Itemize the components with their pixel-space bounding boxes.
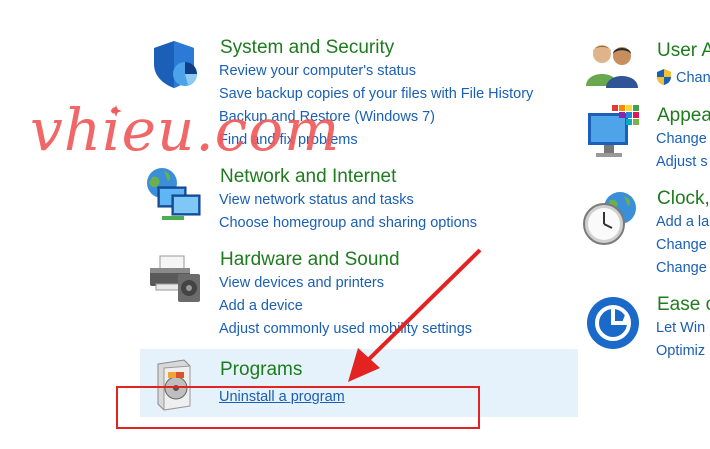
system-security-title[interactable]: System and Security	[220, 37, 394, 59]
change-account-type-link[interactable]: Chan	[676, 70, 710, 86]
printer-icon[interactable]	[146, 250, 204, 306]
clock-add-link[interactable]: Add a la	[656, 214, 709, 230]
ease-of-access-icon[interactable]	[585, 295, 641, 351]
add-device-link[interactable]: Add a device	[219, 298, 303, 314]
network-internet-title[interactable]: Network and Internet	[220, 166, 396, 188]
clock-globe-icon[interactable]	[582, 190, 640, 248]
user-accounts-title[interactable]: User A	[657, 40, 710, 62]
clock-region-title[interactable]: Clock,	[657, 188, 710, 210]
user-accounts-icon[interactable]	[584, 40, 640, 90]
watermark-text: vhieu.com	[30, 96, 341, 164]
highlight-box	[116, 386, 480, 429]
shield-icon[interactable]	[148, 38, 200, 90]
appearance-change-link[interactable]: Change	[656, 131, 707, 147]
ease-optimize-link[interactable]: Optimiz	[656, 343, 705, 359]
appearance-title[interactable]: Appea	[657, 105, 710, 127]
programs-title[interactable]: Programs	[220, 359, 302, 381]
network-icon[interactable]	[144, 165, 204, 223]
appearance-icon[interactable]	[586, 103, 642, 161]
uac-shield-icon	[655, 68, 673, 86]
clock-change-link-2[interactable]: Change	[656, 260, 707, 276]
appearance-adjust-link[interactable]: Adjust s	[656, 154, 708, 170]
clock-change-link-1[interactable]: Change	[656, 237, 707, 253]
homegroup-link[interactable]: Choose homegroup and sharing options	[219, 215, 477, 231]
red-arrow-annotation	[348, 248, 482, 382]
watermark-star-icon	[110, 104, 122, 117]
network-status-link[interactable]: View network status and tasks	[219, 192, 414, 208]
ease-let-windows-link[interactable]: Let Win	[656, 320, 705, 336]
review-status-link[interactable]: Review your computer's status	[219, 63, 416, 79]
ease-of-access-title[interactable]: Ease o	[657, 294, 710, 316]
